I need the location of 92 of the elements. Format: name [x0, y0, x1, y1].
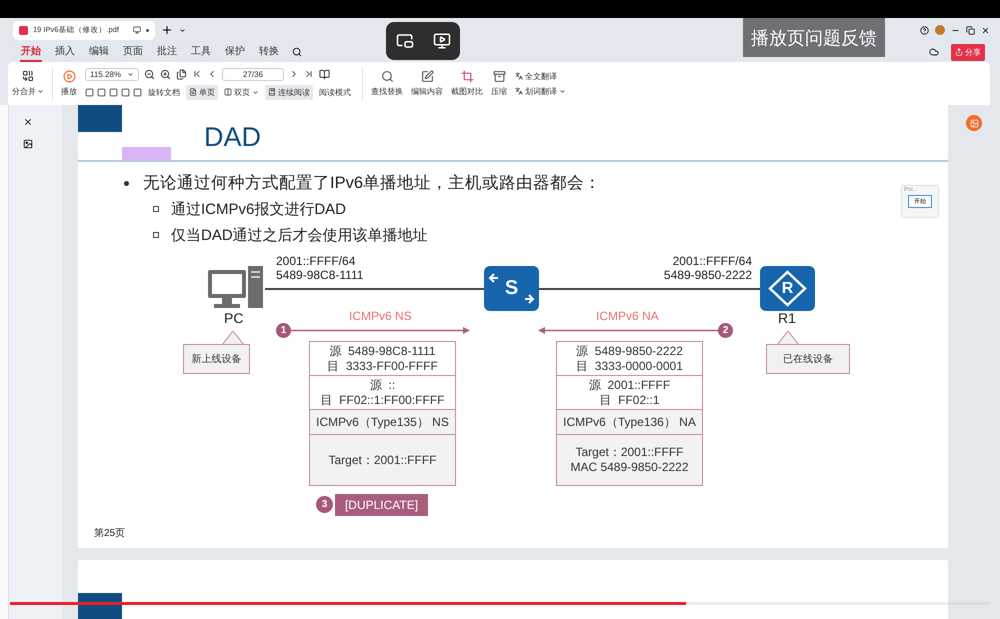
merge-button[interactable]: 分合并	[12, 86, 36, 97]
menu-tab[interactable]: 转换	[258, 42, 280, 62]
caret-icon	[37, 88, 44, 95]
bullet-text: 通过ICMPv6报文进行DAD	[171, 200, 346, 218]
play-button[interactable]: 播放	[61, 70, 77, 97]
close-icon[interactable]	[23, 117, 33, 127]
view-mode-button[interactable]: 阅读模式	[316, 84, 354, 100]
node-label: PC	[224, 310, 244, 326]
callout-pointer	[777, 331, 799, 345]
caret-icon	[559, 88, 566, 94]
step-number: 1	[276, 323, 291, 338]
step-number: 2	[718, 323, 733, 338]
avatar-icon[interactable]	[935, 25, 945, 35]
view-mode-button[interactable]: 旋转文档	[145, 84, 183, 100]
edit-content-button[interactable]: 编辑内容	[411, 70, 443, 97]
restore-icon[interactable]	[966, 26, 975, 34]
translate-icon	[515, 87, 523, 95]
title-block	[78, 105, 122, 132]
search-icon[interactable]	[292, 47, 302, 57]
monitor-icon	[133, 26, 141, 34]
message-label: ICMPv6 NA	[596, 309, 659, 323]
caret-icon	[127, 70, 134, 78]
cloud-icon[interactable]	[929, 47, 939, 57]
slide-title: DAD	[204, 122, 262, 153]
menu-tab[interactable]: 编辑	[88, 42, 110, 62]
translate-icon	[515, 72, 523, 80]
packet-field: Target：2001::FFFF	[310, 434, 455, 485]
assistant-icon[interactable]	[966, 115, 982, 131]
bullet-text: 仅当DAD通过之后才会使用该单播地址	[171, 226, 428, 244]
compress-button[interactable]: 压缩	[491, 70, 507, 97]
menu-tab[interactable]: 保护	[224, 42, 246, 62]
play-screen-icon[interactable]	[432, 32, 450, 50]
menu-tab[interactable]: 页面	[122, 42, 144, 62]
page-number: 第25页	[94, 527, 126, 540]
zoom-in-icon[interactable]	[160, 68, 171, 80]
feedback-button[interactable]: 播放页问题反馈	[743, 18, 885, 57]
address-text: 2001::FFFF/64 5489-9850-2222	[664, 254, 752, 282]
share-button[interactable]: 分享	[951, 44, 985, 60]
compare-button[interactable]: 截图对比	[451, 70, 483, 97]
translate-button[interactable]: 全文翻译	[525, 70, 557, 82]
menu-tab[interactable]: 插入	[54, 42, 76, 62]
close-icon[interactable]	[981, 26, 990, 34]
zoom-out-icon[interactable]	[144, 68, 155, 80]
share-icon	[955, 48, 963, 56]
bullet-text: 无论通过何种方式配置了IPv6单播地址，主机或路由器都会：	[143, 173, 602, 194]
callout-pointer	[222, 331, 244, 345]
pages-icon[interactable]	[176, 68, 187, 80]
message-label: ICMPv6 NS	[349, 309, 412, 323]
book-icon[interactable]	[319, 68, 330, 80]
packet-field: ICMPv6（Type136） NA	[557, 409, 702, 434]
view-mode-button[interactable]: 连续阅读	[265, 84, 313, 100]
view-mode-button[interactable]: 双页	[221, 84, 262, 100]
help-icon[interactable]	[920, 26, 929, 34]
view-mode-button[interactable]: 单页	[186, 84, 218, 100]
result-label: [DUPLICATE]	[335, 494, 428, 516]
continuous-icon	[268, 88, 276, 96]
menu-tab[interactable]: 工具	[190, 42, 212, 62]
node-label: R1	[778, 310, 796, 326]
translate-button[interactable]: 划词翻译	[525, 86, 557, 96]
caret-icon	[179, 26, 186, 34]
play-icon	[62, 70, 76, 83]
packet-field: Target：2001::FFFF MAC 5489-9850-2222	[557, 434, 702, 485]
find-replace-button[interactable]: 查找替换	[371, 70, 403, 97]
archive-icon	[492, 70, 506, 83]
title-accent	[122, 147, 171, 160]
two-column-icon	[224, 88, 232, 96]
crop-icon	[460, 70, 474, 83]
page-field[interactable]: 27/36	[222, 68, 284, 80]
bullet-icon	[153, 206, 159, 212]
router-icon: R	[760, 266, 815, 311]
packet-field: ICMPv6（Type135） NS	[310, 409, 455, 434]
image-icon	[970, 118, 978, 128]
exit-window-icon[interactable]	[396, 32, 414, 50]
first-page-icon[interactable]	[192, 69, 202, 79]
menu-tab[interactable]: 批注	[156, 42, 178, 62]
edit-icon	[420, 70, 434, 83]
address-text: 2001::FFFF/64 5489-98C8-1111	[276, 254, 364, 282]
last-page-icon[interactable]	[304, 69, 314, 79]
caret-icon	[252, 88, 259, 96]
page-icon	[189, 88, 197, 96]
switch-icon: S	[484, 266, 539, 311]
step-number: 3	[316, 496, 333, 513]
bullet-icon	[124, 180, 129, 186]
zoom-select[interactable]: 115.28%	[85, 68, 139, 80]
image-icon[interactable]	[23, 139, 33, 149]
computer-icon	[208, 266, 265, 309]
search-icon	[380, 70, 394, 83]
bullet-icon	[153, 232, 159, 238]
merge-icon[interactable]	[22, 70, 34, 82]
pdf-icon	[19, 26, 28, 34]
add-tab-icon[interactable]	[161, 24, 173, 36]
dot-icon	[146, 28, 149, 32]
